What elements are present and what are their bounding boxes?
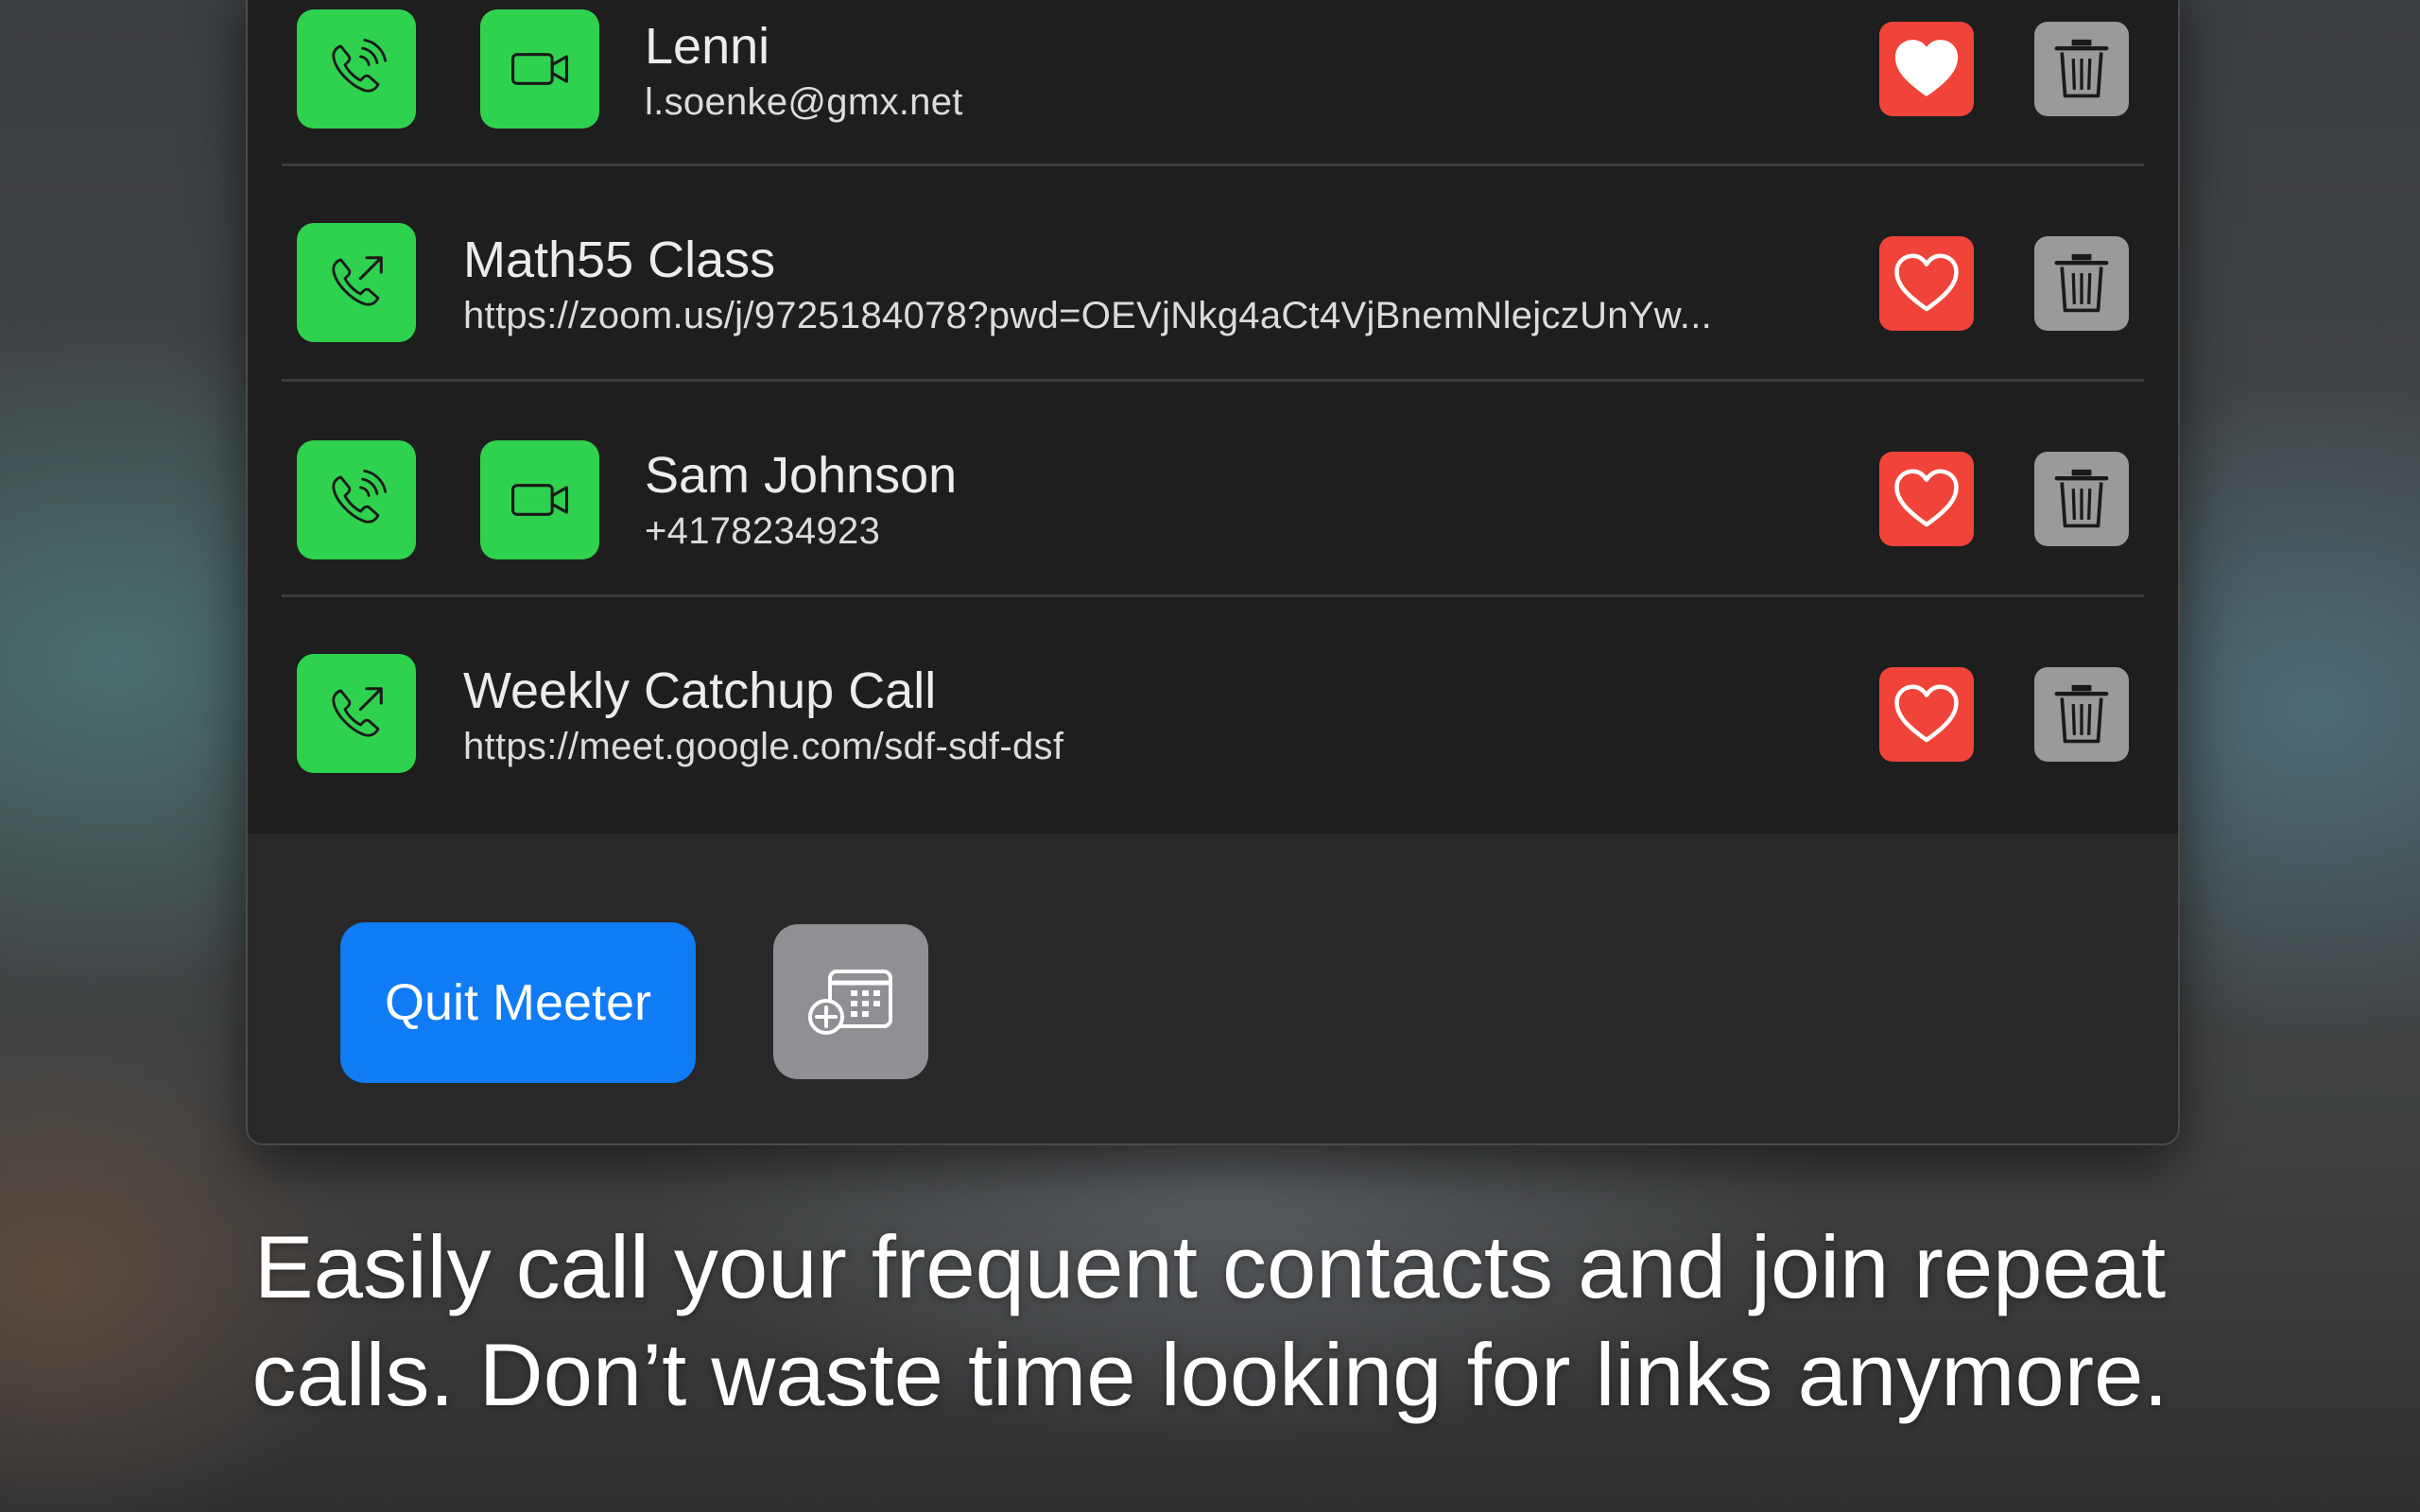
phone-outgoing-icon xyxy=(332,687,383,737)
delete-button[interactable] xyxy=(2034,236,2129,331)
contact-name: Math55 Class xyxy=(463,232,776,288)
quit-button[interactable]: Quit Meeter xyxy=(340,922,696,1083)
meeter-panel: Lenni l.soenke@gmx.net Math55 Class http… xyxy=(246,0,2180,1145)
delete-button[interactable] xyxy=(2034,452,2129,546)
marketing-caption: Easily call your frequent contacts and j… xyxy=(0,1213,2420,1429)
favorite-button[interactable] xyxy=(1879,667,1974,762)
video-call-button[interactable] xyxy=(480,9,599,129)
contact-detail: +4178234923 xyxy=(645,510,881,552)
add-calendar-button[interactable] xyxy=(773,924,928,1079)
delete-button[interactable] xyxy=(2034,22,2129,116)
contact-row: Sam Johnson +4178234923 xyxy=(248,382,2178,597)
contact-name: Lenni xyxy=(645,18,770,75)
contact-detail: https://meet.google.com/sdf-sdf-dsf xyxy=(463,726,1064,767)
phone-call-icon xyxy=(332,469,388,524)
join-call-button[interactable] xyxy=(297,223,416,342)
contact-list: Lenni l.soenke@gmx.net Math55 Class http… xyxy=(248,0,2178,833)
contact-detail: https://zoom.us/j/9725184078?pwd=OEVjNkg… xyxy=(463,295,1713,336)
heart-filled-icon xyxy=(1894,40,1959,96)
heart-outline-icon xyxy=(1894,684,1959,743)
trash-icon xyxy=(2054,253,2109,313)
phone-call-button[interactable] xyxy=(297,440,416,559)
heart-outline-icon xyxy=(1894,469,1959,527)
caption-line-2: calls. Don’t waste time looking for link… xyxy=(251,1325,2169,1424)
video-call-button[interactable] xyxy=(480,440,599,559)
contact-row: Weekly Catchup Call https://meet.google.… xyxy=(248,597,2178,813)
calendar-add-icon xyxy=(808,970,892,1035)
trash-icon xyxy=(2054,39,2109,98)
trash-icon xyxy=(2054,469,2109,528)
contact-row: Math55 Class https://zoom.us/j/972518407… xyxy=(248,166,2178,382)
video-camera-icon xyxy=(511,53,568,85)
phone-call-icon xyxy=(332,38,388,93)
contact-row: Lenni l.soenke@gmx.net xyxy=(248,0,2178,166)
video-camera-icon xyxy=(511,484,568,516)
favorite-button[interactable] xyxy=(1879,236,1974,331)
contact-name: Weekly Catchup Call xyxy=(463,662,937,719)
caption-line-1: Easily call your frequent contacts and j… xyxy=(253,1217,2167,1316)
contact-name: Sam Johnson xyxy=(645,447,958,504)
heart-outline-icon xyxy=(1894,253,1959,312)
trash-icon xyxy=(2054,684,2109,744)
join-call-button[interactable] xyxy=(297,654,416,773)
favorite-button[interactable] xyxy=(1879,22,1974,116)
phone-call-button[interactable] xyxy=(297,9,416,129)
contact-detail: l.soenke@gmx.net xyxy=(645,81,963,123)
delete-button[interactable] xyxy=(2034,667,2129,762)
favorite-button[interactable] xyxy=(1879,452,1974,546)
phone-outgoing-icon xyxy=(332,256,383,306)
